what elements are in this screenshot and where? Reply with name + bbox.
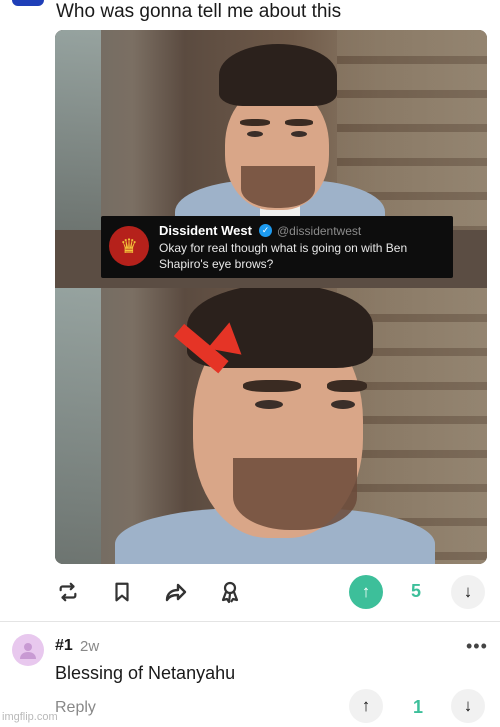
comment-time: 2w — [80, 638, 100, 655]
image-bottom-frame — [55, 288, 487, 564]
watermark: imgflip.com — [2, 711, 58, 723]
user-icon — [20, 643, 36, 659]
image-top-frame — [55, 30, 487, 230]
reply-button[interactable]: Reply — [55, 699, 96, 717]
tweet-text: Okay for real though what is going on wi… — [159, 241, 408, 271]
tweet-handle: @dissidentwest — [277, 224, 362, 238]
poster-avatar[interactable] — [12, 0, 44, 6]
award-icon[interactable] — [217, 579, 243, 605]
comment-downvote-button[interactable]: ↓ — [451, 689, 485, 723]
share-icon[interactable] — [163, 579, 189, 605]
double-headed-eagle-icon: ♛ — [120, 235, 138, 258]
comment-score: 1 — [413, 697, 424, 717]
comment-rank: #1 — [55, 637, 73, 654]
post-action-bar: ↑ 5 ↓ — [0, 572, 500, 612]
post-title: Who was gonna tell me about this — [56, 1, 342, 22]
divider — [0, 621, 500, 622]
comment-upvote-button[interactable]: ↑ — [349, 689, 383, 723]
arrow-down-icon: ↓ — [463, 582, 473, 601]
repost-icon[interactable] — [55, 579, 81, 605]
arrow-down-icon: ↓ — [463, 696, 473, 715]
arrow-up-icon: ↑ — [361, 582, 371, 601]
bookmark-icon[interactable] — [109, 579, 135, 605]
tweet-overlay: ♛ Dissident West ✓ @dissidentwest Okay f… — [101, 216, 453, 278]
downvote-button[interactable]: ↓ — [451, 575, 485, 609]
arrow-up-icon: ↑ — [361, 696, 371, 715]
verified-check-icon: ✓ — [259, 224, 272, 237]
tweet-avatar: ♛ — [109, 226, 149, 266]
tweet-author-name: Dissident West — [159, 223, 252, 238]
comment-text: Blessing of Netanyahu — [55, 663, 236, 683]
post-score: 5 — [411, 581, 422, 601]
more-dots-icon[interactable]: ••• — [466, 636, 488, 657]
upvote-button[interactable]: ↑ — [349, 575, 383, 609]
commenter-avatar[interactable] — [12, 634, 44, 666]
post-image[interactable] — [55, 30, 487, 564]
